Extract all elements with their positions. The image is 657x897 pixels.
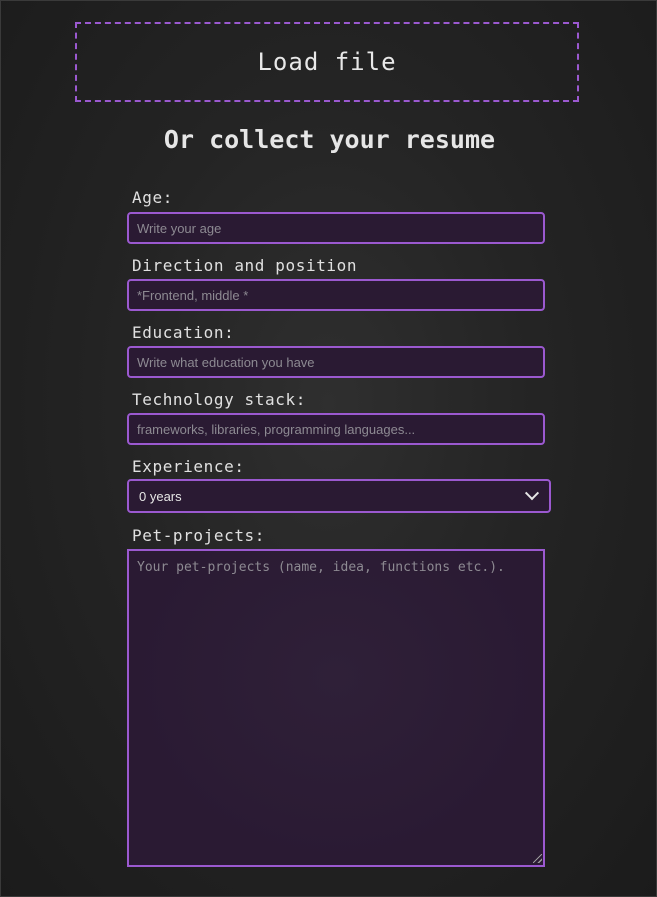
pet-projects-label: Pet-projects: [132, 526, 266, 545]
age-input[interactable] [127, 212, 545, 244]
tech-stack-input[interactable] [127, 413, 545, 445]
experience-label: Experience: [132, 457, 245, 476]
resize-handle-icon[interactable] [533, 854, 542, 863]
pet-projects-textarea[interactable] [127, 549, 545, 867]
age-label: Age: [132, 188, 173, 207]
load-file-label: Load file [257, 48, 397, 76]
load-file-button[interactable]: Load file [75, 22, 579, 102]
experience-selected-value: 0 years [139, 488, 182, 504]
chevron-down-icon [524, 486, 540, 501]
direction-label: Direction and position [132, 256, 358, 275]
direction-input[interactable] [127, 279, 545, 311]
tech-stack-label: Technology stack: [132, 390, 306, 409]
education-label: Education: [132, 323, 235, 342]
experience-select[interactable]: 0 years [127, 479, 551, 513]
education-input[interactable] [127, 346, 545, 378]
page-heading: Or collect your resume [163, 125, 496, 154]
